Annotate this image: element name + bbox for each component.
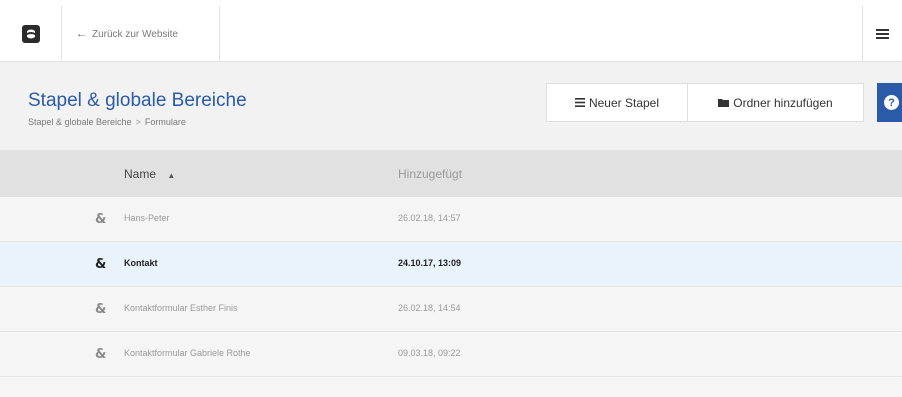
new-stack-button[interactable]: Neuer Stapel (546, 83, 688, 122)
sort-ascending-icon: ▲ (167, 171, 176, 180)
add-folder-button[interactable]: Ordner hinzufügen (688, 83, 864, 122)
row-name: Kontaktformular Gabriele Rothe (124, 348, 251, 358)
row-name: Kontaktformular Esther Finis (124, 303, 238, 313)
row-date: 24.10.17, 13:09 (398, 258, 462, 268)
column-header-name[interactable]: Name ▲ (124, 167, 175, 181)
breadcrumb-item-forms[interactable]: Formulare (145, 117, 186, 127)
logo[interactable] (0, 6, 62, 62)
stack-icon: & (95, 256, 109, 272)
column-name-label: Name (124, 167, 157, 181)
row-name: Kontakt (124, 258, 158, 268)
table-row[interactable]: & Kontaktformular Gabriele Rothe 09.03.1… (0, 332, 902, 377)
menu-button[interactable] (862, 6, 902, 62)
row-name: Hans-Peter (124, 213, 170, 223)
page-title: Stapel & globale Bereiche (28, 90, 247, 111)
row-date: 26.02.18, 14:54 (398, 303, 461, 313)
column-header-added[interactable]: Hinzugefügt (398, 167, 462, 181)
row-date: 09.03.18, 09:22 (398, 348, 461, 358)
row-date: 26.02.18, 14:57 (398, 213, 461, 223)
page-header: Stapel & globale Bereiche Stapel & globa… (0, 62, 902, 150)
table-body: & Hans-Peter 26.02.18, 14:57 & Kontakt 2… (0, 197, 902, 397)
app-logo-icon (21, 25, 40, 43)
table-header: Name ▲ Hinzugefügt (0, 150, 902, 197)
new-stack-label: Neuer Stapel (588, 95, 660, 110)
hamburger-icon (876, 27, 889, 41)
folder-icon (718, 98, 730, 107)
top-bar: ← Zurück zur Website (0, 0, 902, 62)
svg-text:&: & (95, 257, 106, 270)
breadcrumb: Stapel & globale Bereiche > Formulare (28, 117, 186, 127)
stack-icon: & (95, 346, 109, 362)
svg-text:&: & (95, 302, 106, 315)
svg-text:&: & (95, 212, 106, 225)
table-row-partial (0, 377, 902, 397)
arrow-left-icon: ← (76, 28, 87, 40)
back-to-website-link[interactable]: ← Zurück zur Website (62, 6, 220, 62)
back-link-label: Zurück zur Website (92, 28, 178, 40)
table-row-selected[interactable]: & Kontakt 24.10.17, 13:09 (0, 242, 902, 287)
breadcrumb-separator: > (135, 117, 141, 127)
table-row[interactable]: & Kontaktformular Esther Finis 26.02.18,… (0, 287, 902, 332)
breadcrumb-item-stacks[interactable]: Stapel & globale Bereiche (28, 117, 132, 127)
list-icon (574, 98, 585, 107)
help-button[interactable]: ? (877, 83, 902, 122)
stack-icon: & (95, 211, 109, 227)
add-folder-label: Ordner hinzufügen (733, 95, 833, 110)
svg-text:&: & (95, 347, 106, 360)
stack-icon: & (95, 301, 109, 317)
help-icon: ? (884, 95, 899, 110)
table-row[interactable]: & Hans-Peter 26.02.18, 14:57 (0, 197, 902, 242)
